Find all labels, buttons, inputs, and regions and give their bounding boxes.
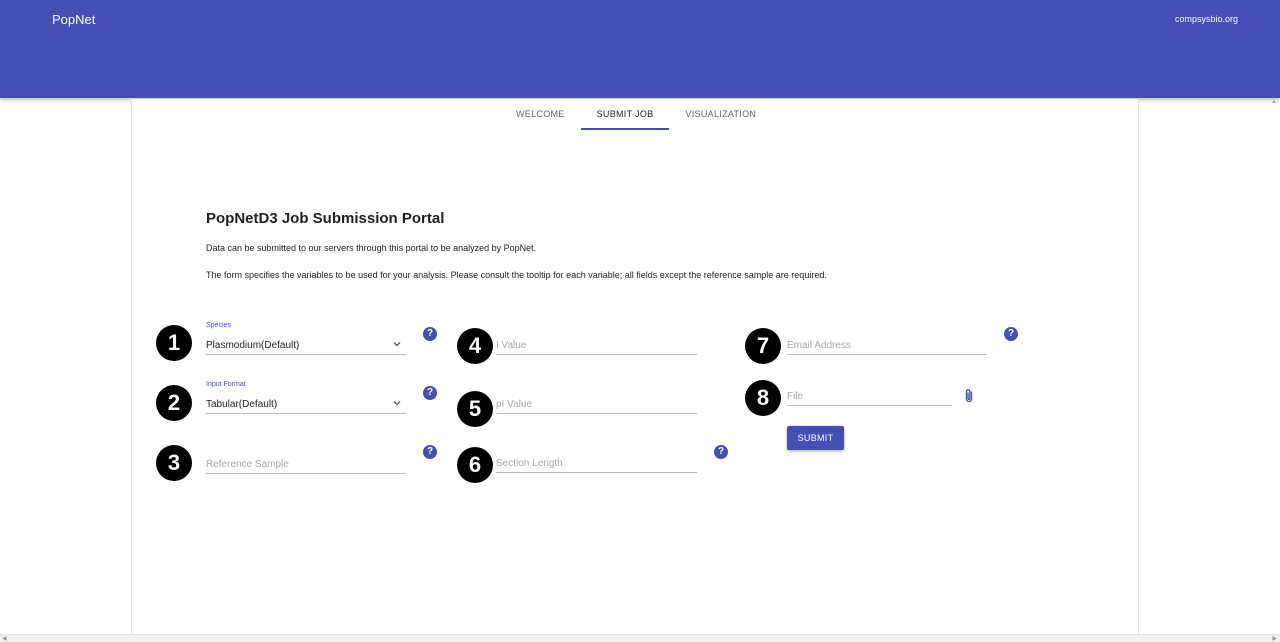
pi-value-placeholder: pI Value [496,399,532,410]
reference-sample-help-icon[interactable]: ? [423,445,437,459]
instructions-text: The form specifies the variables to be u… [206,270,827,280]
section-length-placeholder: Section Length [496,458,563,469]
scroll-up-icon[interactable]: ▲ [1271,99,1277,105]
input-format-select[interactable]: Input Format Tabular(Default) [206,381,406,414]
species-help-icon[interactable]: ? [423,327,437,341]
species-select[interactable]: Species Plasmodium(Default) [206,322,406,355]
section-length-field[interactable]: Section Length [496,453,697,473]
scroll-left-icon[interactable]: ◀ [2,635,7,642]
input-format-label: Input Format [206,381,246,388]
email-help-icon[interactable]: ? [1004,327,1018,341]
scroll-right-icon[interactable]: ▶ [1272,635,1277,642]
horizontal-scrollbar[interactable]: ◀ ▶ [0,634,1280,642]
vertical-scrollbar[interactable]: ▲ [1268,98,1280,634]
page-title: PopNetD3 Job Submission Portal [206,210,445,227]
reference-sample-field[interactable]: Reference Sample [206,454,406,474]
marker-5: 5 [457,391,493,427]
i-value-placeholder: I Value [496,340,527,351]
email-placeholder: Email Address [787,340,851,351]
file-field[interactable]: File [787,386,952,406]
email-field[interactable]: Email Address [787,335,987,355]
site-link[interactable]: compsysbio.org [1175,14,1238,24]
i-value-field[interactable]: I Value [496,335,697,355]
tab-bar: WELCOME SUBMIT JOB VISUALIZATION [500,99,772,131]
chevron-down-icon [393,401,401,406]
marker-1: 1 [156,325,192,361]
content-card [131,99,1139,634]
pi-value-field[interactable]: pI Value [496,394,697,414]
submit-button[interactable]: SUBMIT [787,426,844,450]
marker-4: 4 [457,328,493,364]
file-placeholder: File [787,391,804,402]
chevron-down-icon [393,342,401,347]
marker-7: 7 [745,328,781,364]
input-format-help-icon[interactable]: ? [423,386,437,400]
intro-text: Data can be submitted to our servers thr… [206,243,537,253]
paperclip-icon[interactable] [962,388,976,404]
reference-sample-placeholder: Reference Sample [206,459,289,470]
app-header: PopNet compsysbio.org [0,0,1280,98]
species-value: Plasmodium(Default) [206,340,300,351]
marker-2: 2 [156,385,192,421]
app-brand[interactable]: PopNet [52,12,95,27]
marker-3: 3 [156,445,192,481]
marker-8: 8 [745,380,781,416]
input-format-value: Tabular(Default) [206,399,278,410]
section-length-help-icon[interactable]: ? [714,445,728,459]
tab-visualization[interactable]: VISUALIZATION [669,99,772,130]
tab-welcome[interactable]: WELCOME [500,99,581,130]
tab-submit-job[interactable]: SUBMIT JOB [580,99,670,130]
marker-6: 6 [457,447,493,483]
species-label: Species [206,322,231,329]
